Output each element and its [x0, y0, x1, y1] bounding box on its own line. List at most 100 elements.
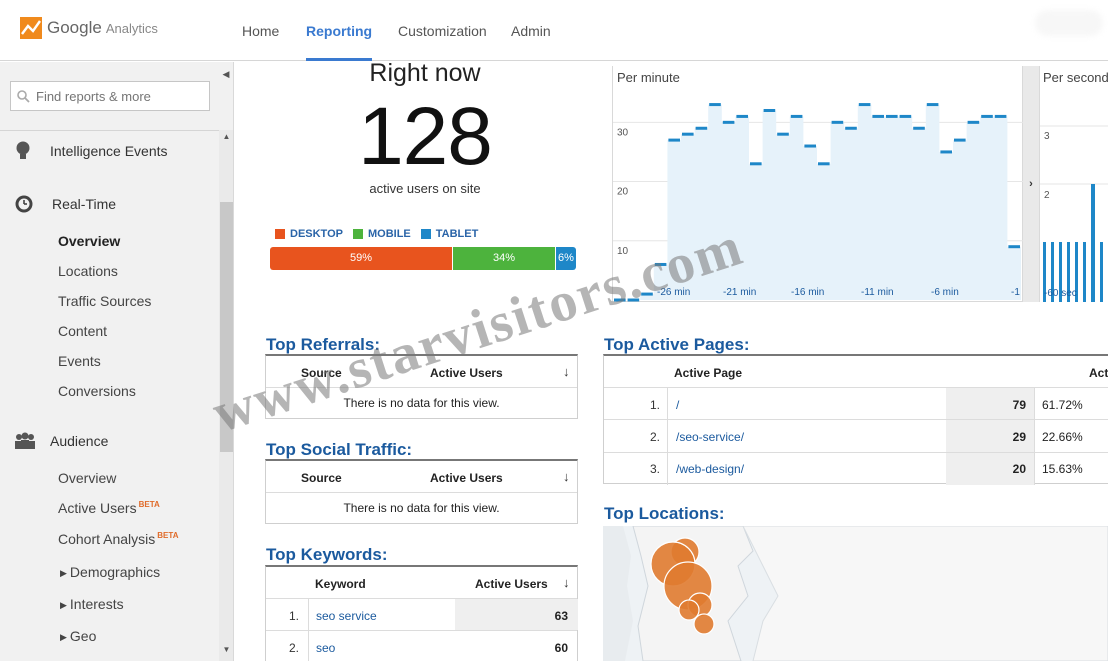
minute-marker[interactable] — [736, 114, 748, 118]
location-dot[interactable] — [693, 613, 715, 635]
minute-marker[interactable] — [1008, 245, 1020, 249]
nav-audience-geo[interactable]: ▶ Geo — [60, 628, 96, 644]
demographics-label: Demographics — [69, 564, 161, 580]
keyword-row-index: 2. — [288, 641, 299, 655]
tablet-segment[interactable]: 6% — [555, 247, 576, 270]
tab-admin[interactable]: Admin — [511, 0, 551, 61]
x-tick-label: -16 min — [791, 287, 824, 298]
minute-marker[interactable] — [845, 126, 857, 130]
minute-marker[interactable] — [940, 150, 952, 154]
minute-marker[interactable] — [627, 298, 640, 302]
nav-realtime-events[interactable]: Events — [58, 353, 101, 369]
referrals-col-source[interactable]: Source — [301, 366, 342, 380]
pages-col-active-users[interactable]: Act — [1089, 366, 1108, 380]
account-avatar[interactable] — [1035, 10, 1103, 36]
minute-marker[interactable] — [831, 120, 844, 124]
page-link[interactable]: / — [676, 398, 679, 412]
expand-triangle-icon: ▶ — [60, 600, 67, 610]
sort-down-arrow-icon[interactable]: ↓ — [563, 364, 570, 379]
minute-marker[interactable] — [818, 162, 830, 166]
right-now-title: Right now — [369, 62, 481, 87]
minute-marker[interactable] — [994, 114, 1007, 118]
search-input[interactable] — [36, 88, 206, 104]
minute-marker[interactable] — [614, 298, 626, 302]
collapse-sidebar-icon[interactable]: ◀ — [218, 62, 233, 88]
tab-home[interactable]: Home — [242, 0, 279, 61]
pages-col-active-page[interactable]: Active Page — [674, 366, 742, 380]
nav-realtime-traffic-sources[interactable]: Traffic Sources — [58, 293, 151, 309]
minute-marker[interactable] — [886, 114, 898, 118]
nav-audience-interests[interactable]: ▶ Interests — [60, 596, 124, 612]
social-col-source[interactable]: Source — [301, 471, 342, 485]
nav-realtime-conversions[interactable]: Conversions — [58, 383, 136, 399]
tab-customization[interactable]: Customization — [398, 0, 487, 61]
minute-marker[interactable] — [858, 103, 871, 107]
minute-marker[interactable] — [981, 114, 993, 118]
tab-reporting[interactable]: Reporting — [306, 0, 373, 61]
scroll-down-icon[interactable]: ▼ — [219, 645, 233, 659]
minute-marker[interactable] — [654, 262, 667, 266]
people-icon — [15, 432, 35, 449]
social-col-active-users[interactable]: Active Users — [430, 471, 503, 485]
chart-next-arrow-icon[interactable]: › — [1023, 66, 1039, 302]
minute-marker[interactable] — [695, 126, 708, 130]
page-value: 20 — [1012, 462, 1026, 476]
nav-intelligence-events[interactable]: Intelligence Events — [14, 140, 168, 162]
keyword-link[interactable]: seo — [316, 641, 335, 655]
minute-marker[interactable] — [750, 162, 762, 166]
per-second-chart-svg: 3 2 -60 sec — [1040, 125, 1108, 302]
nav-realtime-overview[interactable]: Overview — [58, 233, 120, 249]
per-second-bars — [1043, 184, 1103, 302]
legend-tablet: TABLET — [420, 228, 479, 240]
sort-down-arrow-icon[interactable]: ↓ — [563, 469, 570, 484]
find-reports-search[interactable] — [10, 81, 210, 111]
nav-audience-cohort-analysis[interactable]: Cohort Analysis BETA — [58, 531, 178, 547]
nav-audience-active-users[interactable]: Active Users BETA — [58, 500, 160, 516]
nav-real-time[interactable]: Real-Time — [14, 194, 116, 214]
legend-tablet-label: TABLET — [435, 228, 479, 240]
location-dot[interactable] — [678, 599, 700, 621]
minute-marker[interactable] — [722, 120, 735, 124]
minute-marker[interactable] — [967, 120, 980, 124]
legend-desktop-label: DESKTOP — [290, 228, 343, 240]
clock-icon — [15, 195, 33, 213]
minute-marker[interactable] — [804, 144, 816, 148]
minute-marker[interactable] — [668, 138, 680, 142]
minute-marker[interactable] — [913, 126, 925, 130]
minute-marker[interactable] — [777, 132, 789, 136]
top-locations-title: Top Locations: — [604, 504, 725, 523]
nav-audience-demographics[interactable]: ▶ Demographics — [60, 564, 160, 580]
minute-marker[interactable] — [926, 103, 939, 107]
scroll-up-icon[interactable]: ▲ — [219, 132, 233, 146]
keywords-col-keyword[interactable]: Keyword — [315, 577, 366, 591]
sidebar-scroll-thumb[interactable] — [220, 202, 233, 452]
google-analytics-logo[interactable]: Google Analytics — [20, 17, 158, 39]
sort-down-arrow-icon[interactable]: ↓ — [563, 575, 570, 590]
minute-marker[interactable] — [872, 114, 884, 118]
col-divider — [1034, 388, 1035, 485]
minute-marker[interactable] — [682, 132, 694, 136]
page-link[interactable]: /seo-service/ — [676, 430, 744, 444]
referrals-col-active-users[interactable]: Active Users — [430, 366, 503, 380]
minute-marker[interactable] — [790, 114, 803, 118]
nav-audience[interactable]: Audience — [14, 432, 108, 450]
mobile-segment[interactable]: 34% — [452, 247, 555, 270]
minute-marker[interactable] — [709, 103, 721, 107]
nav-realtime-locations[interactable]: Locations — [58, 263, 118, 279]
page-link[interactable]: /web-design/ — [676, 462, 744, 476]
keywords-col-active-users[interactable]: Active Users — [475, 577, 548, 591]
top-locations-map[interactable] — [603, 526, 1108, 661]
beta-badge: BETA — [138, 500, 160, 509]
minute-marker[interactable] — [763, 108, 776, 112]
row-divider — [266, 630, 577, 631]
nav-audience-overview[interactable]: Overview — [58, 470, 116, 486]
desktop-segment[interactable]: 59% — [270, 247, 452, 270]
minute-marker[interactable] — [899, 114, 912, 118]
minute-marker[interactable] — [641, 292, 653, 296]
legend-swatch — [420, 229, 431, 239]
legend-mobile: MOBILE — [352, 228, 411, 240]
keyword-link[interactable]: seo service — [316, 609, 377, 623]
minute-marker[interactable] — [954, 138, 966, 142]
nav-realtime-content[interactable]: Content — [58, 323, 107, 339]
logo-analytics-text: Analytics — [105, 20, 158, 36]
